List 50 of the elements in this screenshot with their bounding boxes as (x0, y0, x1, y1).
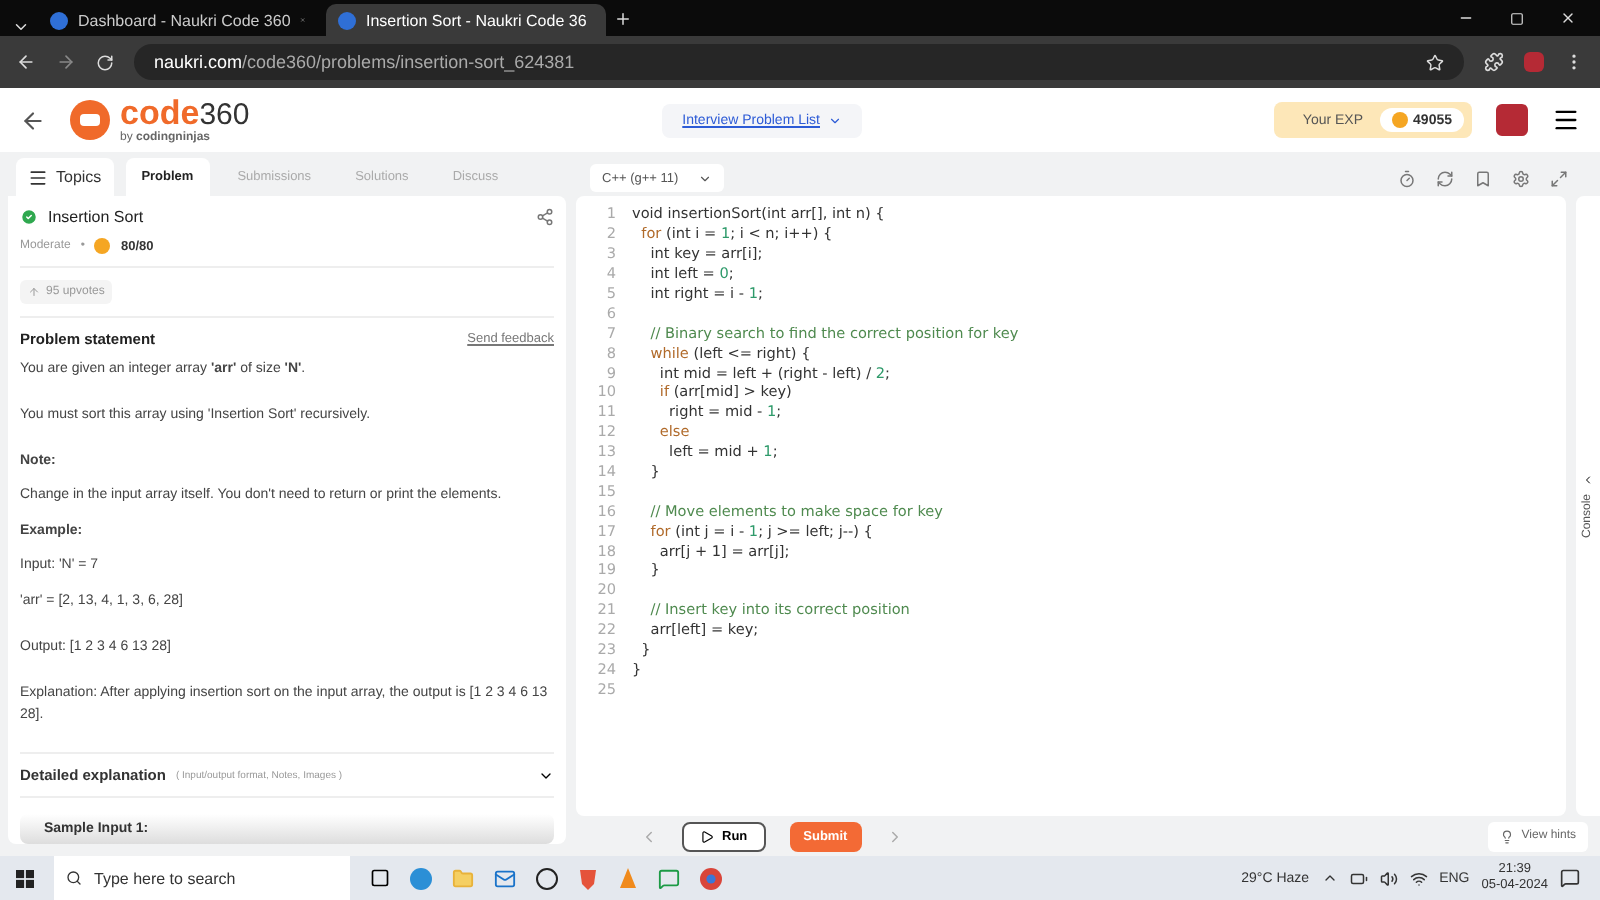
extensions-icon[interactable] (1484, 52, 1504, 72)
topics-button[interactable]: Topics (16, 158, 114, 196)
address-bar[interactable]: naukri.com/code360/problems/insertion-sort_624381 (134, 44, 1464, 80)
menu-icon[interactable] (1552, 106, 1580, 134)
timer-icon[interactable] (1398, 170, 1416, 188)
reload-icon[interactable] (96, 53, 114, 71)
wifi-icon[interactable] (1409, 869, 1428, 887)
play-icon (700, 829, 714, 843)
close-icon[interactable] (1560, 10, 1576, 26)
fullscreen-icon[interactable] (1550, 170, 1568, 188)
volume-icon[interactable] (1379, 869, 1398, 887)
tray-expand-icon[interactable] (1321, 870, 1338, 886)
forward-icon[interactable] (56, 52, 76, 72)
share-icon[interactable] (536, 208, 554, 226)
bookmark-icon[interactable] (1474, 170, 1492, 188)
maximize-icon[interactable] (1510, 11, 1524, 25)
task-view-icon[interactable] (370, 868, 390, 888)
start-icon[interactable] (16, 869, 34, 887)
browser-tab[interactable]: Dashboard - Naukri Code 360 (38, 4, 318, 36)
logo-icon (70, 100, 110, 140)
new-tab-icon[interactable] (614, 10, 632, 28)
back-icon[interactable] (16, 52, 36, 72)
chevron-down-icon (698, 171, 713, 185)
taskbar-search-field[interactable]: Type here to search (54, 856, 350, 900)
battery-icon (1349, 869, 1368, 887)
profile-avatar[interactable] (1496, 104, 1528, 136)
menu-icon (28, 167, 48, 187)
browser-tab[interactable]: Insertion Sort - Naukri Code 36 (326, 4, 606, 36)
reset-icon[interactable] (1436, 170, 1454, 188)
arrow-up-icon (28, 286, 40, 298)
settings-icon[interactable] (1512, 170, 1530, 188)
logo-text: code360 (120, 96, 250, 132)
favicon-icon (50, 11, 68, 29)
notifications-icon[interactable] (1560, 868, 1580, 888)
browser-icon[interactable] (700, 867, 722, 889)
browser-icon[interactable] (410, 867, 432, 889)
coin-icon (94, 238, 111, 254)
lightbulb-icon (1499, 829, 1514, 843)
shield-icon[interactable] (578, 867, 598, 889)
tab-search-icon[interactable] (12, 18, 30, 36)
chevron-down-icon (828, 113, 842, 127)
chevron-left-icon (1582, 473, 1594, 486)
favicon-icon (338, 11, 356, 29)
back-icon[interactable] (20, 107, 46, 133)
app-icon[interactable] (536, 867, 558, 889)
mail-icon[interactable] (494, 867, 516, 889)
problem-title: Insertion Sort (48, 208, 144, 226)
search-icon (66, 870, 82, 886)
bookmark-star-icon[interactable] (1426, 53, 1444, 71)
chat-icon[interactable] (658, 867, 680, 889)
